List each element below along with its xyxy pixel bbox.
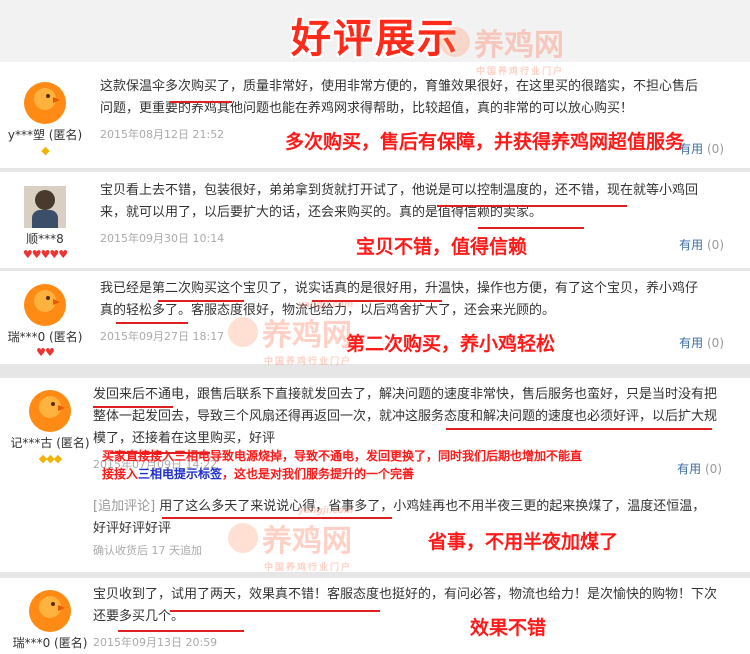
reviewer-name: 瑞***0 (匿名) xyxy=(7,330,83,344)
reviewer-name: 顺***8 xyxy=(26,232,64,246)
reviewer-info: 瑞***0 (匿名) ♥♥ xyxy=(0,272,90,359)
highlight-underline xyxy=(312,300,442,302)
useful-count: (0) xyxy=(707,238,724,252)
review-content: 宝贝收到了，试用了两天，效果真不错！客服态度也挺好的，有问必答，物流也给力！是次… xyxy=(93,578,718,654)
page-title: 好评展示 xyxy=(291,16,459,62)
review-text: 宝贝看上去不错，包装很好，弟弟拿到货就打开试了，他说是可以控制温度的，还不错，现… xyxy=(100,183,699,220)
page-header: 好评展示 xyxy=(0,0,750,62)
annotation-label: 宝贝不错，值得信赖 xyxy=(356,236,528,258)
avatar[interactable] xyxy=(24,284,66,326)
annotation-label: 省事，不用半夜加煤了 xyxy=(428,531,619,553)
divider xyxy=(0,268,750,271)
useful-button[interactable]: 有用 (0) xyxy=(679,334,724,351)
appended-review: [追加评论] 用了这么多天了来说说心得，省事多了，小鸡娃再也不用半夜三更的起来换… xyxy=(93,476,718,540)
review-text: 发回来后不通电，跟售后联系下直接就发回去了，解决问题的速度非常快，售后服务也蛮好… xyxy=(93,387,718,446)
useful-count: (0) xyxy=(707,336,724,350)
review-text: 宝贝收到了，试用了两天，效果真不错！客服态度也挺好的，有问必答，物流也给力！是次… xyxy=(93,587,718,624)
annotation-label: 第二次购买，养小鸡轻松 xyxy=(346,333,556,355)
reviewer-name: y***塑 (匿名) xyxy=(7,128,83,142)
avatar[interactable] xyxy=(24,186,66,228)
useful-label: 有用 xyxy=(677,462,702,476)
appended-review-note: 确认收货后 17 天追加 xyxy=(93,544,202,557)
reviewer-info: 顺***8 ♥♥♥♥♥ xyxy=(0,174,90,261)
highlight-underline xyxy=(170,101,232,103)
review-text: 我已经是第二次购买这个宝贝了，说实话真的是很好用，升温快，操作也方便，有了这个宝… xyxy=(100,281,699,318)
buyer-level-icon: ♥♥ xyxy=(36,346,55,359)
annotation-label: 效果不错 xyxy=(470,617,547,639)
highlight-underline xyxy=(162,517,392,519)
review-item: 瑞***0 (匿名) 宝贝收到了，试用了两天，效果真不错！客服态度也挺好的，有问… xyxy=(5,578,738,650)
reviewer-info: 瑞***0 (匿名) xyxy=(5,578,95,651)
highlight-underline xyxy=(116,322,188,324)
avatar[interactable] xyxy=(29,590,71,632)
highlight-underline xyxy=(170,610,380,612)
annotation-note-highlight: 三相电提示标签 xyxy=(138,467,223,481)
buyer-level-icon: ♥♥♥♥♥ xyxy=(22,248,68,261)
annotation-label: 多次购买，售后有保障，并获得养鸡网超值服务 xyxy=(285,131,685,153)
review-date: 2015年09月13日 20:59 xyxy=(93,636,218,649)
highlight-underline xyxy=(118,630,244,632)
buyer-level-icon: ◆◆◆ xyxy=(38,452,62,465)
annotation-note-part: 接接入 xyxy=(102,467,139,481)
reviewer-info: y***塑 (匿名) ◆ xyxy=(0,70,90,157)
annotation-note-part: ，这也是对我们服务提升的一个完善 xyxy=(222,467,415,481)
highlight-underline xyxy=(158,300,244,302)
useful-label: 有用 xyxy=(679,238,704,252)
annotation-note: 买家直接接入三相电导致电源烧掉，导致不通电，发回更换了，同时我们后期也增加不能直 xyxy=(102,449,583,463)
avatar[interactable] xyxy=(29,390,71,432)
reviewer-name: 瑞***0 (匿名) xyxy=(12,636,88,650)
appended-review-tag: [追加评论] xyxy=(93,499,156,514)
review-text: 这款保温伞多次购买了，质量非常好，使用非常方便的，育雏效果很好，在这里买的很踏实… xyxy=(100,79,699,116)
reviewer-name: 记***古 (匿名) xyxy=(10,436,90,450)
avatar[interactable] xyxy=(24,82,66,124)
highlight-underline xyxy=(93,406,173,408)
divider xyxy=(0,364,750,378)
highlight-underline xyxy=(437,205,627,207)
highlight-underline xyxy=(478,227,584,229)
divider xyxy=(0,168,750,172)
useful-count: (0) xyxy=(705,462,722,476)
useful-button[interactable]: 有用 (0) xyxy=(677,460,722,477)
useful-label: 有用 xyxy=(679,336,704,350)
buyer-level-icon: ◆ xyxy=(41,144,49,157)
reviewer-info: 记***古 (匿名) ◆◆◆ xyxy=(5,378,95,465)
annotation-note: 接接入三相电提示标签，这也是对我们服务提升的一个完善 xyxy=(102,466,414,483)
highlight-underline xyxy=(446,428,712,430)
useful-button[interactable]: 有用 (0) xyxy=(679,236,724,253)
